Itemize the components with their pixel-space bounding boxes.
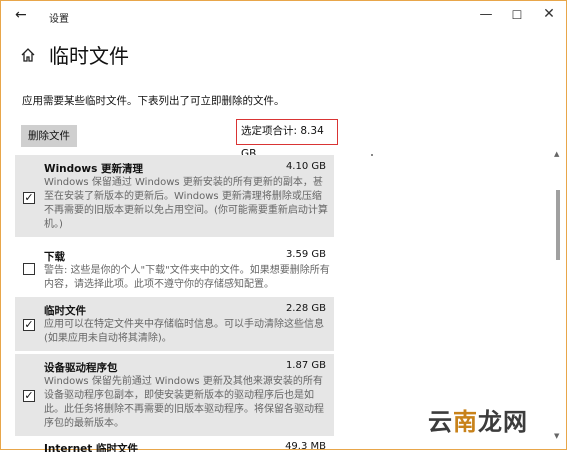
- item-size: 2.28 GB: [285, 303, 326, 314]
- item-size: 3.59 GB: [285, 249, 326, 260]
- list-item[interactable]: ✓ 临时文件 2.28 GB 应用可以在特定文件夹中存储临时信息。可以手动清除这…: [15, 297, 334, 351]
- watermark-part: 南: [453, 408, 478, 436]
- watermark-logo: 云南龙网: [428, 404, 536, 440]
- item-name: 临时文件: [44, 305, 86, 317]
- close-button[interactable]: ✕: [539, 6, 559, 22]
- checkbox-icon[interactable]: ✓: [23, 192, 35, 204]
- item-name: Windows 更新清理: [44, 163, 143, 175]
- scroll-down-arrow-icon[interactable]: ▼: [554, 432, 559, 440]
- home-icon: [21, 48, 35, 62]
- selected-total: 选定项合计: 8.34 GB: [236, 119, 338, 160]
- item-detail: Windows 保留先前通过 Windows 更新及其他来源安装的所有设备驱动程…: [44, 376, 324, 429]
- list-item[interactable]: 下载 3.59 GB 警告: 这些是你的个人"下载"文件夹中的文件。如果想要删除…: [15, 243, 334, 297]
- watermark-part: 云: [428, 408, 453, 436]
- list-item[interactable]: ✓ Windows 更新清理 4.10 GB Windows 保留通过 Wind…: [15, 155, 334, 237]
- list-item[interactable]: ✓ 设备驱动程序包 1.87 GB Windows 保留先前通过 Windows…: [15, 354, 334, 436]
- item-size: 4.10 GB: [285, 161, 326, 172]
- item-detail: Windows 保留通过 Windows 更新安装的所有更新的副本，甚至在安装了…: [44, 177, 328, 230]
- maximize-button[interactable]: ☐: [507, 8, 527, 22]
- remove-files-button[interactable]: 删除文件: [21, 125, 77, 147]
- checkbox-icon[interactable]: ✓: [23, 390, 35, 402]
- item-size: 49.3 MB: [285, 441, 326, 452]
- item-size: 1.87 GB: [285, 360, 326, 371]
- minimize-button[interactable]: —: [476, 7, 496, 22]
- item-name: 设备驱动程序包: [44, 362, 118, 374]
- item-name: 下载: [44, 251, 65, 263]
- checkbox-icon[interactable]: [23, 263, 35, 275]
- item-name: Internet 临时文件: [44, 443, 138, 452]
- scroll-up-arrow-icon[interactable]: ▲: [554, 150, 559, 158]
- page-description: 应用需要某些临时文件。下表列出了可立即删除的文件。: [22, 95, 285, 107]
- app-title: 设置: [49, 14, 69, 25]
- page-title: 临时文件: [49, 44, 129, 68]
- item-detail: 应用可以在特定文件夹中存储临时信息。可以手动清除这些信息(如果应用未自动将其清除…: [44, 319, 324, 344]
- stray-dot: [371, 154, 373, 156]
- watermark-part: 龙网: [478, 408, 528, 436]
- title-bar: ← 设置 — ☐ ✕: [1, 1, 566, 31]
- checkbox-icon[interactable]: ✓: [23, 319, 35, 331]
- scrollbar-thumb[interactable]: [556, 190, 560, 260]
- list-item[interactable]: Internet 临时文件 49.3 MB: [15, 439, 334, 452]
- item-detail: 警告: 这些是你的个人"下载"文件夹中的文件。如果想要删除所有内容，请选择此项。…: [44, 265, 330, 290]
- back-arrow-icon[interactable]: ←: [15, 7, 27, 23]
